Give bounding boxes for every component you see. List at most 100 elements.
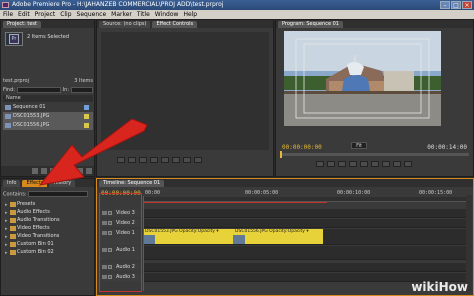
folder-icon <box>10 242 16 247</box>
zoom-fit-dropdown[interactable]: Fit <box>351 142 367 149</box>
find-label: Find: <box>3 86 15 93</box>
premiere-app-icon <box>2 2 9 8</box>
premiere-project-icon: Pr <box>9 34 19 44</box>
folder-label: Custom Bin 01 <box>17 241 54 247</box>
effects-folder-custom-bin-02[interactable]: ▸ Custom Bin 02 <box>5 249 54 256</box>
ruler-label: 00:00:10:00 <box>337 190 371 196</box>
timeline-clip[interactable]: DSC01556.JPG Opacity:Opacity ▾ <box>233 229 323 244</box>
loop-icon[interactable] <box>172 157 180 163</box>
clip-thumbnail <box>143 235 155 244</box>
program-duration: 00:00:14:00 <box>427 144 467 151</box>
project-item-count: 3 Items <box>74 78 93 84</box>
expand-triangle-icon[interactable]: ▸ <box>5 218 8 225</box>
minimize-button[interactable]: – <box>440 1 450 9</box>
selection-count: 2 Items Selected <box>27 34 70 40</box>
loop-icon[interactable] <box>371 161 379 167</box>
menu-clip[interactable]: Clip <box>60 10 71 19</box>
ruler-label: 00:00:05:00 <box>245 190 279 196</box>
image-icon <box>5 123 11 128</box>
tab-program[interactable]: Program: Sequence 01 <box>278 20 343 28</box>
folder-label: Video Transitions <box>17 233 60 239</box>
step-back-icon[interactable] <box>338 161 346 167</box>
track-lane-audio-2[interactable] <box>143 263 467 272</box>
expand-triangle-icon[interactable]: ▸ <box>5 250 8 257</box>
effects-folder-custom-bin-01[interactable]: ▸ Custom Bin 01 <box>5 241 54 248</box>
expand-triangle-icon[interactable]: ▸ <box>5 202 8 209</box>
timeline-vertical-scrollbar[interactable] <box>466 195 472 291</box>
track-lane-video-2[interactable] <box>143 219 467 228</box>
label-color-swatch <box>84 105 89 110</box>
folder-icon <box>10 210 16 215</box>
expand-triangle-icon[interactable]: ▸ <box>5 242 8 249</box>
insert-icon[interactable] <box>183 157 191 163</box>
ruler-label: 00:00:15:00 <box>419 190 453 196</box>
set-in-icon[interactable] <box>316 161 324 167</box>
scene-image <box>284 31 441 126</box>
folder-label: Video Effects <box>17 225 50 231</box>
menu-window[interactable]: Window <box>155 10 179 19</box>
project-item-name: Sequence 01 <box>13 104 46 110</box>
expand-triangle-icon[interactable]: ▸ <box>5 210 8 217</box>
menu-bar: File Edit Project Clip Sequence Marker T… <box>0 10 474 19</box>
menu-title[interactable]: Title <box>137 10 150 19</box>
project-thumbnail: Pr <box>5 32 23 46</box>
timeline-playhead[interactable] <box>143 196 144 291</box>
clip-thumbnail <box>233 235 245 244</box>
program-playhead[interactable] <box>280 151 282 158</box>
image-icon <box>5 114 11 119</box>
lift-icon[interactable] <box>382 161 390 167</box>
effects-folder-audio-transitions[interactable]: ▸ Audio Transitions <box>5 217 60 224</box>
menu-project[interactable]: Project <box>35 10 56 19</box>
program-current-timecode[interactable]: 00:00:00:00 <box>282 144 322 151</box>
step-forward-icon[interactable] <box>161 157 169 163</box>
close-button[interactable]: × <box>462 1 472 9</box>
find-input[interactable] <box>16 86 61 93</box>
effects-folder-presets[interactable]: ▸ Presets <box>5 201 35 208</box>
column-header-name[interactable]: Name <box>3 95 93 102</box>
maximize-button[interactable]: □ <box>451 1 461 9</box>
in-label: In: <box>62 86 69 93</box>
effects-folder-video-effects[interactable]: ▸ Video Effects <box>5 225 50 232</box>
red-arrow-icon <box>38 119 148 186</box>
menu-edit[interactable]: Edit <box>18 10 30 19</box>
tab-project[interactable]: Project: test <box>3 20 41 28</box>
tab-effect-controls[interactable]: Effect Controls <box>152 20 198 28</box>
program-monitor-panel: Program: Sequence 01 00:00:00:00 Fit 00:… <box>275 19 474 177</box>
folder-icon <box>10 218 16 223</box>
effects-folder-audio-effects[interactable]: ▸ Audio Effects <box>5 209 50 216</box>
play-icon[interactable] <box>349 161 357 167</box>
trim-icon[interactable] <box>404 161 412 167</box>
folder-label: Custom Bin 02 <box>17 249 54 255</box>
menu-marker[interactable]: Marker <box>111 10 132 19</box>
track-lane-audio-1[interactable] <box>143 246 467 260</box>
track-lane-video-3[interactable] <box>143 209 467 218</box>
folder-icon <box>10 226 16 231</box>
tab-source[interactable]: Source: (no clips) <box>99 20 151 28</box>
set-out-icon[interactable] <box>327 161 335 167</box>
step-forward-icon[interactable] <box>360 161 368 167</box>
timeline-panel: Timeline: Sequence 01 00:00:00:00 00:00 … <box>96 178 474 296</box>
program-scrub-bar[interactable] <box>280 151 469 158</box>
window-title-bar: Adobe Premiere Pro - H:\JAHANZEB COMMERC… <box>0 0 474 10</box>
in-dropdown[interactable] <box>71 86 93 93</box>
work-area-bar[interactable] <box>143 202 327 203</box>
effects-folder-video-transitions[interactable]: ▸ Video Transitions <box>5 233 59 240</box>
extract-icon[interactable] <box>393 161 401 167</box>
expand-triangle-icon[interactable]: ▸ <box>5 226 8 233</box>
folder-label: Audio Transitions <box>17 217 60 223</box>
folder-icon <box>10 250 16 255</box>
project-item[interactable]: Sequence 01 <box>3 103 93 112</box>
expand-triangle-icon[interactable]: ▸ <box>5 234 8 241</box>
folder-label: Audio Effects <box>17 209 50 215</box>
timeline-clip[interactable]: DSC01553.JPG Opacity:Opacity ▾ <box>143 229 233 244</box>
watermark: wikiHow <box>411 280 468 294</box>
menu-sequence[interactable]: Sequence <box>77 10 107 19</box>
track-lane-video-1[interactable]: DSC01553.JPG Opacity:Opacity ▾ DSC01556.… <box>143 229 467 245</box>
sequence-icon <box>5 105 11 110</box>
project-filename: test.prproj <box>3 78 29 84</box>
track-headers-highlight <box>99 193 142 292</box>
folder-icon <box>10 202 16 207</box>
menu-file[interactable]: File <box>3 10 13 19</box>
overlay-icon[interactable] <box>194 157 202 163</box>
menu-help[interactable]: Help <box>183 10 197 19</box>
